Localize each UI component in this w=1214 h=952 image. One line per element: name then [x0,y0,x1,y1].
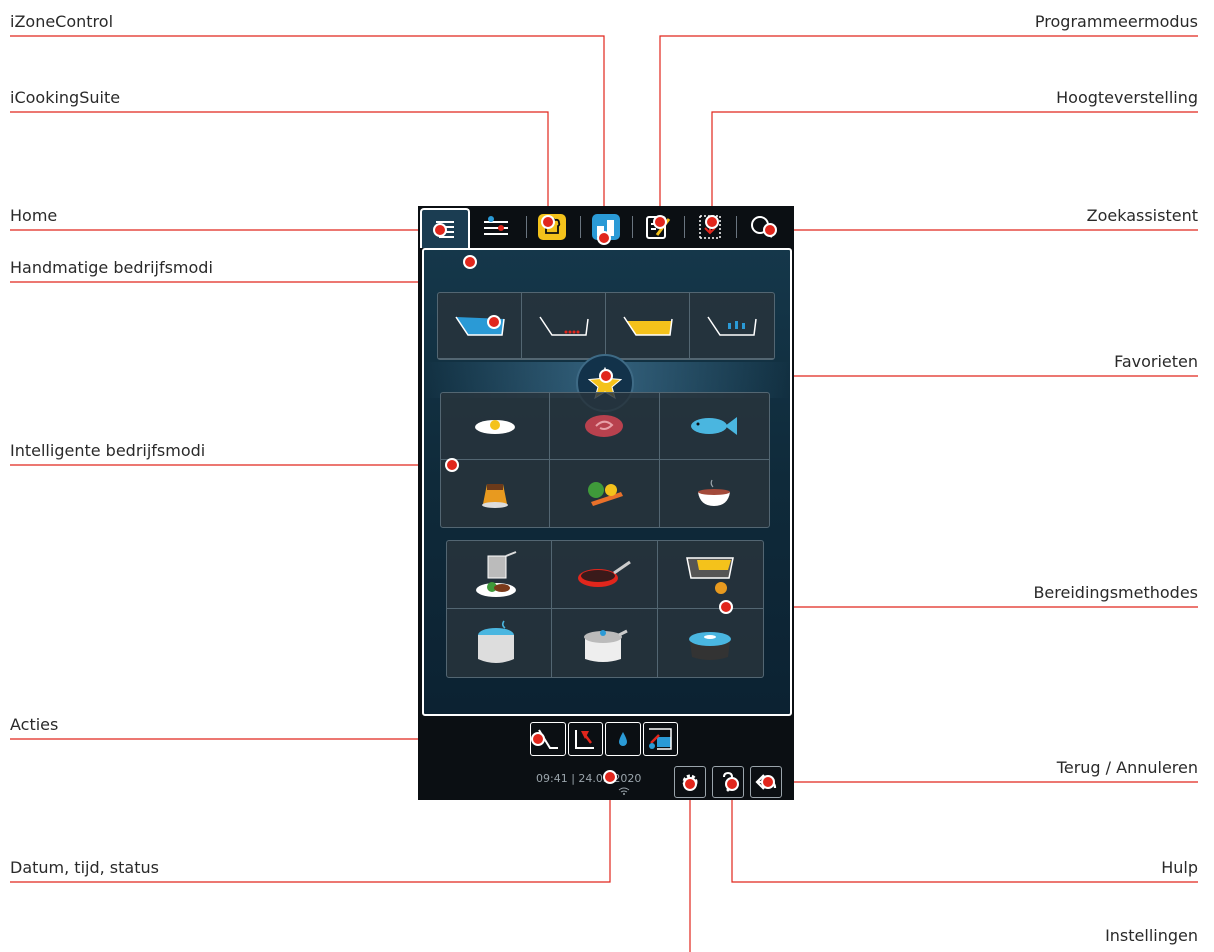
label-hulp: Hulp [1161,858,1198,877]
handmatige-marker-2 [463,255,477,269]
label-intelligente-bedrijfsmodi: Intelligente bedrijfsmodi [10,441,206,460]
favorieten-marker [599,369,613,383]
label-izonecontrol: iZoneControl [10,12,114,31]
label-datum-tijd-status: Datum, tijd, status [10,858,159,877]
pan-icon [578,560,632,587]
combination-mode-icon [622,316,673,336]
hoogteverstelling-marker [705,215,719,229]
hulp-marker [725,777,739,791]
finishing-mode-icon [707,316,757,336]
pan-frying-button[interactable] [552,541,658,609]
label-favorieten: Favorieten [1114,352,1198,371]
intelligent-modes-grid [440,392,770,528]
device-screen: 09:41 | 24.03.2020 [418,206,794,800]
pudding-icon [482,483,509,508]
manual-modes-icon [484,216,508,235]
steam-mode-button[interactable] [438,293,522,359]
fried-egg-icon [475,420,516,434]
pot-lid-icon [584,629,629,662]
label-bereidingsmethodes: Bereidingsmethodes [1033,583,1198,602]
main-panel [422,248,792,716]
action-4-button[interactable] [642,722,678,756]
icookingsuite-marker [541,215,555,229]
meat-button[interactable] [550,393,660,460]
convection-mode-button[interactable] [522,293,606,359]
deep-frying-button[interactable] [447,541,553,609]
soup-icon [698,479,731,506]
water-drop-icon [618,732,627,746]
bereidingsmethodes-marker [719,600,733,614]
soups-button[interactable] [660,460,769,527]
shallow-frying-button[interactable] [657,541,763,609]
stew-pot-icon [689,632,732,660]
label-zoekassistent: Zoekassistent [1086,206,1198,225]
zoekassistent-marker [763,223,777,237]
status-area: 09:41 | 24.03.2020 [536,772,641,785]
convection-mode-icon [538,316,589,336]
label-instellingen: Instellingen [1105,926,1198,945]
time: 09:41 [536,772,568,785]
steak-icon [585,415,624,437]
combination-mode-button[interactable] [606,293,690,359]
action-2-button[interactable] [567,722,603,756]
poultry-button[interactable] [441,393,551,460]
vegetables-icon [588,481,624,506]
side-dishes-button[interactable] [550,460,660,527]
label-handmatige-bedrijfsmodi: Handmatige bedrijfsmodi [10,258,213,277]
intelligente-marker [445,458,459,472]
fryer-basket-icon [476,550,517,597]
label-acties: Acties [10,715,59,734]
acties-marker [531,732,545,746]
egg-dishes-button[interactable] [441,460,551,527]
programmeermodus-marker [653,215,667,229]
action-3-button[interactable] [605,722,641,756]
home-marker [433,223,447,237]
pot-steam-icon [478,620,515,663]
label-icookingsuite: iCookingSuite [10,88,121,107]
label-home: Home [10,206,58,225]
fish-icon [691,417,738,435]
izonecontrol-marker [597,231,611,245]
handmatige-marker-1 [487,315,501,329]
tab-manual-modes[interactable] [476,210,516,244]
finishing-mode-button[interactable] [690,293,774,359]
label-programmeermodus: Programmeermodus [1034,12,1198,31]
cooking-methods-grid [446,540,764,678]
actions-bar [530,722,678,756]
terug-marker [761,775,775,789]
label-terug-annuleren: Terug / Annuleren [1056,758,1198,777]
datum-marker [603,770,617,784]
cooking-button[interactable] [552,609,658,677]
instellingen-marker [683,777,697,791]
wifi-icon [618,787,630,795]
fryer-oil-icon [686,556,735,594]
boiling-button[interactable] [447,609,553,677]
stewing-button[interactable] [658,609,763,677]
action-4-icon [649,728,672,750]
label-hoogteverstelling: Hoogteverstelling [1056,88,1198,107]
action-2-icon [575,730,595,749]
fish-button[interactable] [659,393,769,460]
